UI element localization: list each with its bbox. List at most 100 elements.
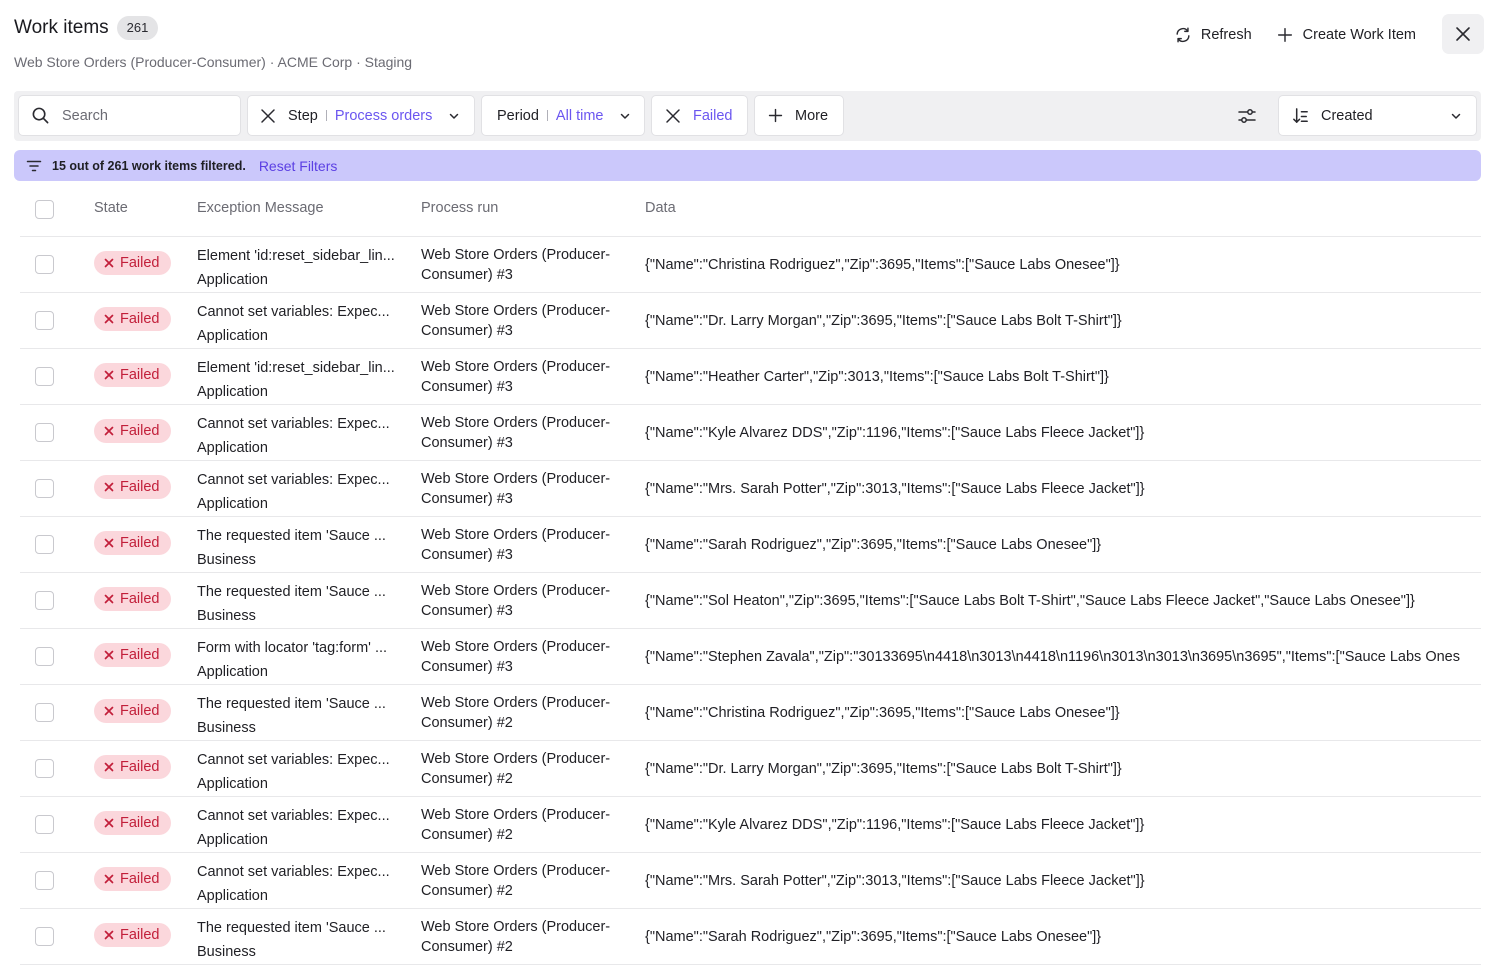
status-label: Failed (120, 423, 160, 439)
process-run-link[interactable]: Web Store Orders (Producer-Consumer) #2 (421, 749, 631, 789)
status-badge: Failed (94, 531, 171, 555)
filter-icon (26, 160, 42, 171)
data-cell: {"Name":"Sol Heaton","Zip":3695,"Items":… (645, 593, 1415, 609)
table-row[interactable]: Failed Element 'id:reset_sidebar_lin... … (20, 237, 1481, 293)
status-label: Failed (120, 815, 160, 831)
step-filter[interactable]: Step Process orders (247, 95, 475, 136)
row-checkbox[interactable] (35, 927, 54, 946)
process-run-link[interactable]: Web Store Orders (Producer-Consumer) #3 (421, 637, 631, 677)
clear-step-icon[interactable] (260, 108, 276, 124)
exception-type: Business (197, 944, 256, 960)
period-filter[interactable]: Period All time (481, 95, 645, 136)
row-checkbox[interactable] (35, 423, 54, 442)
sort-icon (1293, 108, 1308, 123)
exception-type: Application (197, 328, 268, 344)
table-row[interactable]: Failed Cannot set variables: Expec... Ap… (20, 293, 1481, 349)
row-checkbox[interactable] (35, 759, 54, 778)
x-icon (104, 370, 114, 380)
refresh-button[interactable]: Refresh (1162, 16, 1264, 54)
column-header-process-run[interactable]: Process run (421, 200, 498, 216)
table-row[interactable]: Failed The requested item 'Sauce ... Bus… (20, 573, 1481, 629)
table-row[interactable]: Failed Cannot set variables: Expec... Ap… (20, 797, 1481, 853)
table-row[interactable]: Failed Form with locator 'tag:form' ... … (20, 629, 1481, 685)
status-label: Failed (120, 703, 160, 719)
x-icon (104, 762, 114, 772)
table-row[interactable]: Failed Element 'id:reset_sidebar_lin... … (20, 349, 1481, 405)
work-items-table: State Exception Message Process run Data… (20, 181, 1481, 965)
select-all-checkbox[interactable] (35, 200, 54, 219)
row-checkbox[interactable] (35, 479, 54, 498)
filter-summary-message: 15 out of 261 work items filtered. (52, 158, 246, 173)
table-row[interactable]: Failed Cannot set variables: Expec... Ap… (20, 461, 1481, 517)
plus-icon (1277, 27, 1292, 43)
row-checkbox[interactable] (35, 871, 54, 890)
process-run-link[interactable]: Web Store Orders (Producer-Consumer) #3 (421, 525, 631, 565)
exception-cell: Form with locator 'tag:form' ... Applica… (197, 636, 407, 684)
status-badge: Failed (94, 251, 171, 275)
create-work-item-button[interactable]: Create Work Item (1264, 16, 1428, 54)
exception-cell: Cannot set variables: Expec... Applicati… (197, 412, 407, 460)
column-header-data[interactable]: Data (645, 200, 676, 216)
exception-cell: Cannot set variables: Expec... Applicati… (197, 300, 407, 348)
process-run-link[interactable]: Web Store Orders (Producer-Consumer) #2 (421, 805, 631, 845)
row-checkbox[interactable] (35, 815, 54, 834)
table-row[interactable]: Failed Cannot set variables: Expec... Ap… (20, 405, 1481, 461)
row-checkbox[interactable] (35, 703, 54, 722)
sort-label: Created (1321, 107, 1373, 124)
column-header-state[interactable]: State (94, 200, 128, 216)
reset-filters-link[interactable]: Reset Filters (259, 158, 338, 174)
exception-message: Cannot set variables: Expec... (197, 808, 390, 824)
data-cell: {"Name":"Christina Rodriguez","Zip":3695… (645, 257, 1120, 273)
data-cell: {"Name":"Dr. Larry Morgan","Zip":3695,"I… (645, 761, 1122, 777)
row-checkbox[interactable] (35, 255, 54, 274)
refresh-label: Refresh (1200, 27, 1252, 43)
data-cell: {"Name":"Sarah Rodriguez","Zip":3695,"It… (645, 929, 1102, 945)
process-run-link[interactable]: Web Store Orders (Producer-Consumer) #3 (421, 413, 631, 453)
chevron-down-icon (1451, 113, 1461, 119)
sort-select[interactable]: Created (1278, 95, 1477, 136)
process-run-link[interactable]: Web Store Orders (Producer-Consumer) #2 (421, 693, 631, 733)
process-run-link[interactable]: Web Store Orders (Producer-Consumer) #3 (421, 357, 631, 397)
process-run-link[interactable]: Web Store Orders (Producer-Consumer) #3 (421, 301, 631, 341)
status-badge: Failed (94, 699, 171, 723)
close-button[interactable] (1442, 14, 1484, 54)
table-row[interactable]: Failed The requested item 'Sauce ... Bus… (20, 517, 1481, 573)
x-icon (104, 706, 114, 716)
separator (325, 110, 327, 121)
column-header-exception[interactable]: Exception Message (197, 200, 324, 216)
process-run-link[interactable]: Web Store Orders (Producer-Consumer) #2 (421, 917, 631, 957)
exception-type: Application (197, 496, 268, 512)
more-filters-button[interactable]: More (754, 95, 844, 136)
search-input[interactable]: Search (18, 95, 241, 136)
status-badge: Failed (94, 755, 171, 779)
data-cell: {"Name":"Heather Carter","Zip":3013,"Ite… (645, 369, 1109, 385)
process-run-link[interactable]: Web Store Orders (Producer-Consumer) #3 (421, 469, 631, 509)
process-run-link[interactable]: Web Store Orders (Producer-Consumer) #3 (421, 581, 631, 621)
search-icon (32, 107, 49, 124)
table-row[interactable]: Failed The requested item 'Sauce ... Bus… (20, 685, 1481, 741)
exception-message: The requested item 'Sauce ... (197, 584, 386, 600)
exception-cell: Cannot set variables: Expec... Applicati… (197, 748, 407, 796)
data-cell: {"Name":"Stephen Zavala","Zip":"30133695… (645, 649, 1460, 665)
status-label: Failed (120, 535, 160, 551)
process-run-link[interactable]: Web Store Orders (Producer-Consumer) #2 (421, 861, 631, 901)
close-icon (1456, 27, 1470, 41)
exception-cell: Cannot set variables: Expec... Applicati… (197, 860, 407, 908)
row-checkbox[interactable] (35, 535, 54, 554)
column-settings-icon[interactable] (1237, 106, 1257, 126)
clear-state-icon[interactable] (665, 108, 681, 124)
state-filter[interactable]: Failed (651, 95, 748, 136)
exception-message: Cannot set variables: Expec... (197, 752, 390, 768)
row-checkbox[interactable] (35, 311, 54, 330)
table-row[interactable]: Failed Cannot set variables: Expec... Ap… (20, 853, 1481, 909)
table-row[interactable]: Failed Cannot set variables: Expec... Ap… (20, 741, 1481, 797)
row-checkbox[interactable] (35, 591, 54, 610)
status-badge: Failed (94, 475, 171, 499)
row-checkbox[interactable] (35, 367, 54, 386)
table-body: Failed Element 'id:reset_sidebar_lin... … (20, 237, 1481, 965)
table-row[interactable]: Failed The requested item 'Sauce ... Bus… (20, 909, 1481, 965)
table-header: State Exception Message Process run Data (20, 181, 1481, 237)
process-run-link[interactable]: Web Store Orders (Producer-Consumer) #3 (421, 245, 631, 285)
exception-type: Application (197, 384, 268, 400)
row-checkbox[interactable] (35, 647, 54, 666)
